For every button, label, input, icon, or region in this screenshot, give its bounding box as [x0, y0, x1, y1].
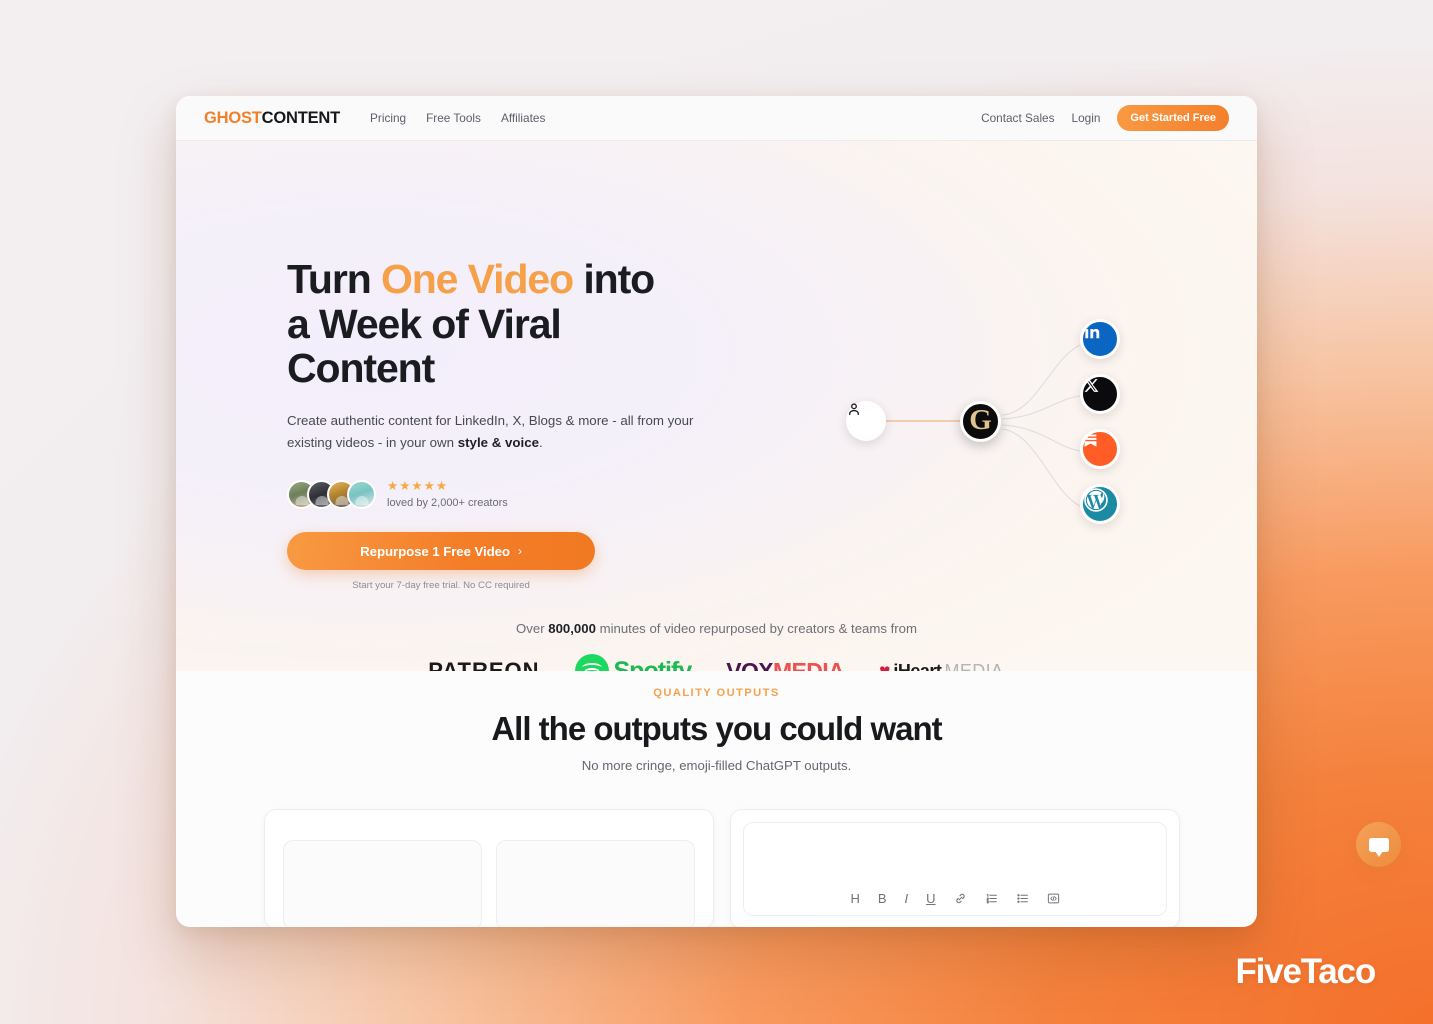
subhead-text-b: .: [539, 435, 543, 450]
social-proof-block: ★★★★★ loved by 2,000+ creators: [287, 479, 727, 510]
code-block-glyph: [1047, 893, 1059, 904]
link-icon[interactable]: [954, 892, 967, 905]
site-logo[interactable]: GHOSTCONTENT: [204, 109, 340, 128]
substack-icon[interactable]: [1080, 429, 1120, 469]
star-rating-icon: ★★★★★: [387, 478, 449, 493]
brand-center-node: G: [960, 401, 1001, 442]
caption-text-a: Over: [516, 621, 549, 636]
linkedin-icon[interactable]: [1080, 319, 1120, 359]
hero-headline: Turn One Video into a Week of Viral Cont…: [287, 257, 727, 391]
wordpress-glyph: [1084, 488, 1108, 512]
nav-link-free-tools[interactable]: Free Tools: [426, 111, 481, 125]
user-source-node: [846, 401, 886, 441]
output-card-left: [264, 809, 714, 927]
caption-text-b: minutes of video repurposed by creators …: [595, 621, 917, 636]
network-connector-lines: [886, 344, 1081, 507]
subhead-bold: style & voice: [457, 435, 540, 450]
chevron-right-icon: ›: [517, 544, 522, 559]
chat-bubble-icon: [1368, 837, 1389, 857]
hero-section: Turn One Video into a Week of Viral Cont…: [176, 141, 1257, 688]
outputs-cards-row: H B I U: [264, 809, 1180, 927]
avatar-group: [287, 480, 376, 510]
nav-link-contact-sales[interactable]: Contact Sales: [981, 111, 1054, 125]
logo-text-ghost: GHOST: [204, 108, 262, 127]
chat-support-button[interactable]: [1356, 822, 1401, 867]
brands-caption: Over 800,000 minutes of video repurposed…: [176, 621, 1257, 636]
headline-accent: One Video: [380, 256, 574, 302]
nav-link-pricing[interactable]: Pricing: [370, 111, 406, 125]
ordered-list-glyph: [985, 894, 997, 904]
headline-line-3: Content: [287, 345, 435, 392]
output-subcard: [283, 840, 482, 927]
nav-link-affiliates[interactable]: Affiliates: [501, 111, 545, 125]
hero-network-graphic: G: [836, 301, 1176, 551]
repurpose-free-video-button[interactable]: Repurpose 1 Free Video ›: [287, 532, 595, 571]
caption-number: 800,000: [548, 621, 596, 636]
underline-icon[interactable]: U: [926, 891, 935, 906]
hero-copy-block: Turn One Video into a Week of Viral Cont…: [287, 257, 727, 591]
output-card-editor: H B I U: [730, 809, 1180, 927]
code-block-icon[interactable]: [1047, 892, 1060, 905]
heading-icon[interactable]: H: [850, 891, 859, 906]
x-twitter-icon[interactable]: [1080, 374, 1120, 414]
italic-icon[interactable]: I: [905, 891, 909, 906]
outputs-section: QUALITY OUTPUTS All the outputs you coul…: [176, 671, 1257, 927]
brand-logo-letter: G: [969, 404, 992, 436]
ordered-list-icon[interactable]: [985, 892, 998, 905]
linkedin-glyph: [1085, 324, 1100, 339]
cta-label: Repurpose 1 Free Video: [360, 543, 510, 559]
x-glyph: [1084, 379, 1099, 392]
rating-block: ★★★★★ loved by 2,000+ creators: [387, 479, 508, 510]
hero-subheadline: Create authentic content for LinkedIn, X…: [287, 410, 712, 454]
section-subtitle: No more cringe, emoji-filled ChatGPT out…: [581, 758, 852, 773]
headline-line-1-a: Turn: [287, 256, 381, 302]
site-navbar: GHOSTCONTENT Pricing Free Tools Affiliat…: [176, 96, 1257, 141]
nav-link-login[interactable]: Login: [1072, 111, 1101, 125]
get-started-free-button[interactable]: Get Started Free: [1117, 105, 1229, 131]
browser-window-card: GHOSTCONTENT Pricing Free Tools Affiliat…: [176, 96, 1257, 927]
section-title: All the outputs you could want: [491, 710, 942, 747]
editor-toolbar: H B I U: [850, 891, 1059, 906]
rating-caption: loved by 2,000+ creators: [387, 496, 508, 509]
wordpress-icon[interactable]: [1080, 484, 1120, 524]
bold-icon[interactable]: B: [878, 891, 887, 906]
navbar-right-group: Contact Sales Login Get Started Free: [981, 105, 1229, 131]
editor-panel: H B I U: [743, 822, 1167, 916]
cta-subtext: Start your 7-day free trial. No CC requi…: [352, 580, 530, 592]
bullet-list-icon[interactable]: [1016, 892, 1029, 905]
output-subcard: [496, 840, 695, 927]
fivetaco-watermark: FiveTaco: [1235, 952, 1376, 991]
link-glyph: [955, 893, 965, 904]
avatar: [347, 480, 376, 510]
bullet-list-glyph: [1016, 894, 1028, 903]
logo-text-content: CONTENT: [261, 108, 341, 127]
person-icon: [849, 403, 859, 415]
headline-line-2: a Week of Viral: [287, 300, 562, 347]
headline-line-1-c: into: [573, 256, 655, 302]
section-eyebrow: QUALITY OUTPUTS: [653, 687, 780, 699]
substack-glyph: [1084, 434, 1097, 447]
